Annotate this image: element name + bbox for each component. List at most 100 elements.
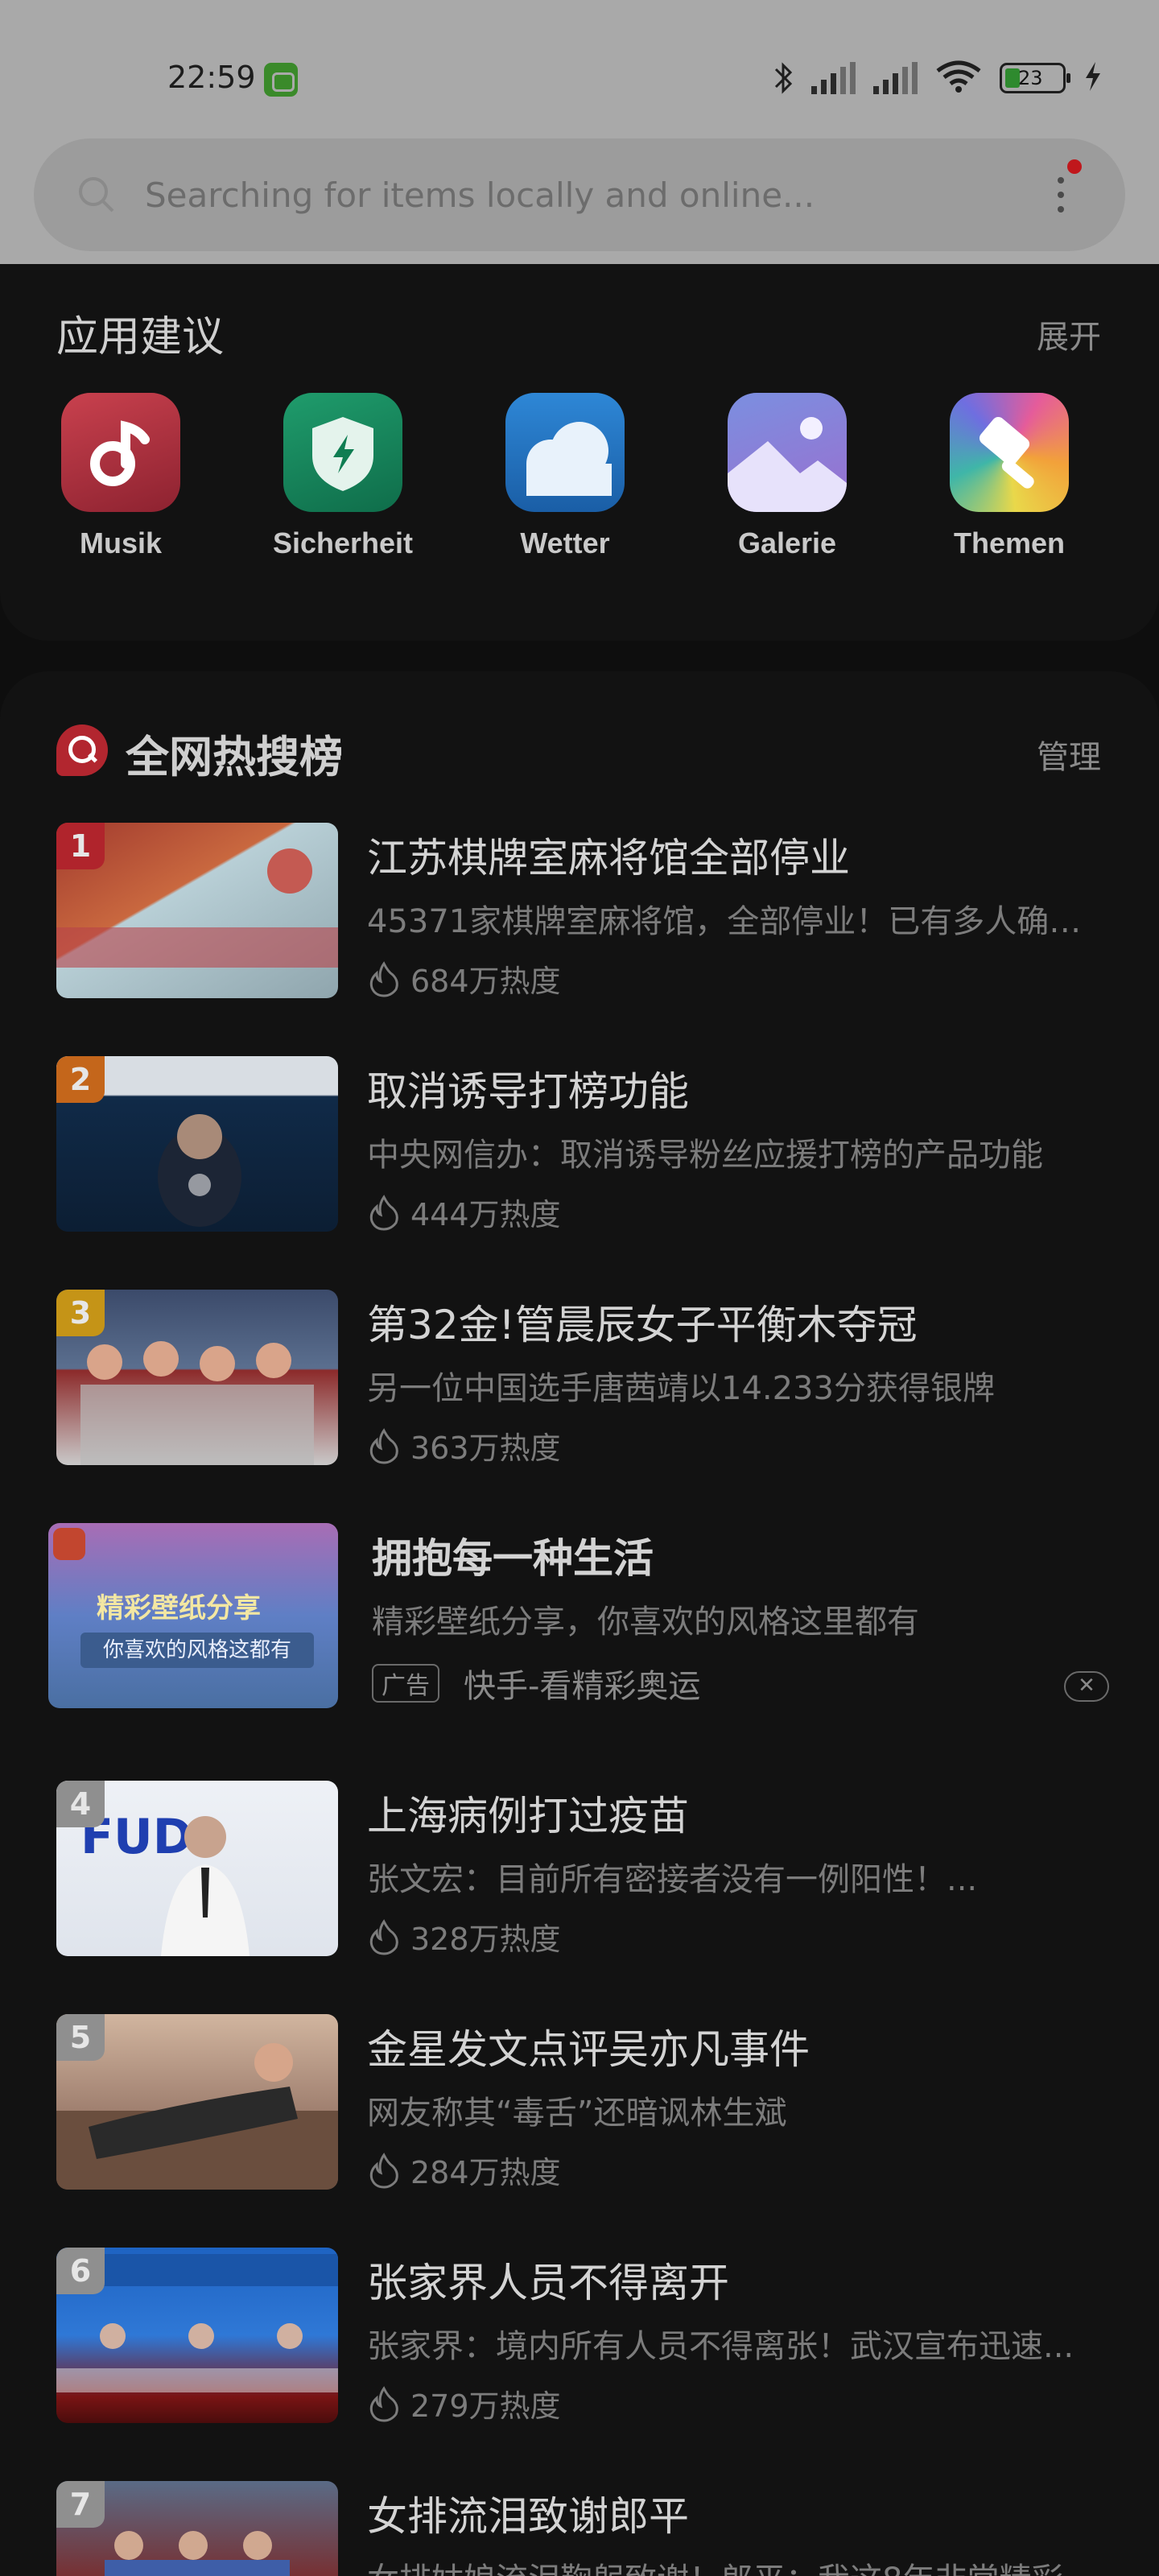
hot-item-heat: 444万热度: [367, 1190, 561, 1234]
hot-item-title: 第32金!管晨辰女子平衡木夺冠: [367, 1302, 918, 1348]
ad-meta: 广告 快手-看精彩奥运: [372, 1660, 700, 1707]
search-bar[interactable]: Searching for items locally and online..…: [34, 138, 1125, 251]
hot-item-thumbnail: FUD 4: [56, 1781, 338, 1956]
hot-search-title: 全网热搜榜: [126, 732, 343, 782]
rank-badge: 3: [56, 1290, 105, 1336]
hot-item-title: 金星发文点评吴亦凡事件: [367, 2026, 810, 2073]
flame-icon: [369, 2385, 398, 2422]
hot-item-heat: 328万热度: [367, 1914, 561, 1959]
hot-item-thumbnail: 1: [56, 823, 338, 998]
rank-badge: 5: [56, 2014, 105, 2061]
app-label: Wetter: [520, 526, 610, 559]
app-label: Sicherheit: [272, 526, 414, 559]
ad-thumb-text: 你喜欢的风格这都有: [80, 1633, 314, 1668]
search-placeholder: Searching for items locally and online..…: [145, 175, 815, 215]
hot-item-title: 上海病例打过疫苗: [367, 1793, 689, 1839]
app-suggestions-title: 应用建议: [56, 313, 225, 361]
expand-button[interactable]: 展开: [1037, 311, 1101, 357]
hot-item[interactable]: 2 取消诱导打榜功能 中央网信办：取消诱导粉丝应援打榜的产品功能 444万热度: [0, 1056, 1159, 1241]
hot-search-card: 全网热搜榜 管理 1 江苏棋牌室麻将馆全部停业 45371家棋牌室麻将馆，全部停…: [0, 671, 1159, 2576]
hot-item[interactable]: 5 金星发文点评吴亦凡事件 网友称其“毒舌”还暗讽林生斌 284万热度: [0, 2014, 1159, 2199]
flame-icon: [369, 1918, 398, 1955]
hot-item-desc: 张家界：境内所有人员不得离张！武汉宣布迅速...: [367, 2328, 1074, 2365]
hot-item-thumbnail: 7: [56, 2481, 338, 2576]
hot-item-desc: 45371家棋牌室麻将馆，全部停业！已有多人确诊...: [367, 903, 1107, 940]
hot-item-desc: 张文宏：目前所有密接者没有一例阳性！...: [367, 1861, 978, 1898]
music-icon: [61, 393, 180, 512]
app-musik[interactable]: Musik: [24, 393, 217, 560]
status-icons: 23: [773, 58, 1103, 98]
notification-app-icon: [264, 63, 298, 97]
top-area: 22:59 23 Searching for items locally and…: [0, 0, 1159, 266]
hot-item-thumbnail: 2: [56, 1056, 338, 1232]
rank-badge: 1: [56, 823, 105, 869]
ad-source: 快手-看精彩奥运: [464, 1668, 701, 1705]
close-icon[interactable]: ✕: [1064, 1671, 1109, 1702]
flame-icon: [369, 1194, 398, 1231]
hot-item-title: 江苏棋牌室麻将馆全部停业: [367, 835, 850, 881]
app-label: Musik: [79, 526, 163, 559]
hot-item[interactable]: 7 女排流泪致谢郎平 女排姑娘流泪鞠躬致谢！郎平：我这8年非常精彩: [0, 2481, 1159, 2576]
hot-item[interactable]: 1 江苏棋牌室麻将馆全部停业 45371家棋牌室麻将馆，全部停业！已有多人确诊.…: [0, 823, 1159, 1008]
rank-badge: 2: [56, 1056, 105, 1103]
hot-item-heat: 284万热度: [367, 2148, 561, 2192]
heat-value: 363万热度: [410, 1430, 561, 1466]
heat-value: 328万热度: [410, 1922, 561, 1957]
signal-icon-2: [873, 62, 918, 94]
brush-icon: [950, 393, 1069, 512]
hot-item-desc: 另一位中国选手唐茜靖以14.233分获得银牌: [367, 1370, 995, 1407]
status-time: 22:59: [167, 60, 256, 95]
hot-item[interactable]: FUD 4 上海病例打过疫苗 张文宏：目前所有密接者没有一例阳性！... 328…: [0, 1781, 1159, 1966]
more-options-icon[interactable]: [1053, 169, 1069, 222]
ad-thumbnail: 精彩壁纸分享 你喜欢的风格这都有: [48, 1523, 338, 1708]
charging-icon: [1083, 60, 1103, 96]
hot-item-desc: 中央网信办：取消诱导粉丝应援打榜的产品功能: [367, 1137, 1043, 1174]
flame-icon: [369, 1427, 398, 1464]
hot-item-heat: 684万热度: [367, 956, 561, 1001]
ad-item[interactable]: 精彩壁纸分享 你喜欢的风格这都有 拥抱每一种生活 精彩壁纸分享，你喜欢的风格这里…: [0, 1523, 1159, 1724]
notification-dot: [1067, 159, 1082, 174]
rank-badge: 4: [56, 1781, 105, 1827]
bluetooth-icon: [773, 60, 794, 97]
manage-button[interactable]: 管理: [1037, 731, 1101, 778]
ad-title: 拥抱每一种生活: [372, 1535, 654, 1582]
gallery-icon: [728, 393, 847, 512]
hot-item-desc: 女排姑娘流泪鞠躬致谢！郎平：我这8年非常精彩: [367, 2553, 1107, 2576]
ad-thumb-text: 精彩壁纸分享: [97, 1592, 261, 1624]
hot-item-title: 取消诱导打榜功能: [367, 1068, 689, 1115]
hot-item-thumbnail: 5: [56, 2014, 338, 2190]
hot-item[interactable]: 6 张家界人员不得离开 张家界：境内所有人员不得离张！武汉宣布迅速... 279…: [0, 2248, 1159, 2433]
search-icon: [79, 177, 114, 213]
app-themen[interactable]: Themen: [913, 393, 1106, 560]
rank-badge: 7: [56, 2481, 105, 2528]
flame-icon: [369, 2152, 398, 2189]
hot-search-logo-icon: [56, 724, 108, 776]
app-label: Galerie: [737, 526, 837, 559]
hot-item-thumbnail: 3: [56, 1290, 338, 1465]
flame-icon: [369, 960, 398, 997]
cloud-icon: [505, 393, 625, 512]
battery-icon: 23: [1000, 63, 1070, 93]
app-suggestions-card: 应用建议 展开 Musik Sicherheit Wetter Galerie …: [0, 264, 1159, 641]
wifi-icon: [935, 60, 982, 97]
ad-tag: 广告: [372, 1664, 439, 1703]
kuaishou-logo-icon: [53, 1528, 85, 1560]
hot-item[interactable]: 3 第32金!管晨辰女子平衡木夺冠 另一位中国选手唐茜靖以14.233分获得银牌…: [0, 1290, 1159, 1475]
hot-item-thumbnail: 6: [56, 2248, 338, 2423]
heat-value: 684万热度: [410, 964, 561, 999]
heat-value: 444万热度: [410, 1197, 561, 1232]
app-wetter[interactable]: Wetter: [468, 393, 662, 560]
hot-item-heat: 279万热度: [367, 2381, 561, 2425]
heat-value: 279万热度: [410, 2388, 561, 2424]
hot-item-title: 女排流泪致谢郎平: [367, 2493, 689, 2540]
hot-item-heat: 363万热度: [367, 1423, 561, 1468]
rank-badge: 6: [56, 2248, 105, 2294]
signal-icon-1: [811, 62, 856, 94]
app-label: Themen: [953, 526, 1066, 559]
app-galerie[interactable]: Galerie: [691, 393, 884, 560]
hot-item-desc: 网友称其“毒舌”还暗讽林生斌: [367, 2095, 787, 2132]
hot-item-title: 张家界人员不得离开: [367, 2260, 729, 2306]
app-sicherheit[interactable]: Sicherheit: [246, 393, 439, 560]
battery-level: 23: [1018, 67, 1043, 89]
ad-desc: 精彩壁纸分享，你喜欢的风格这里都有: [372, 1604, 919, 1641]
